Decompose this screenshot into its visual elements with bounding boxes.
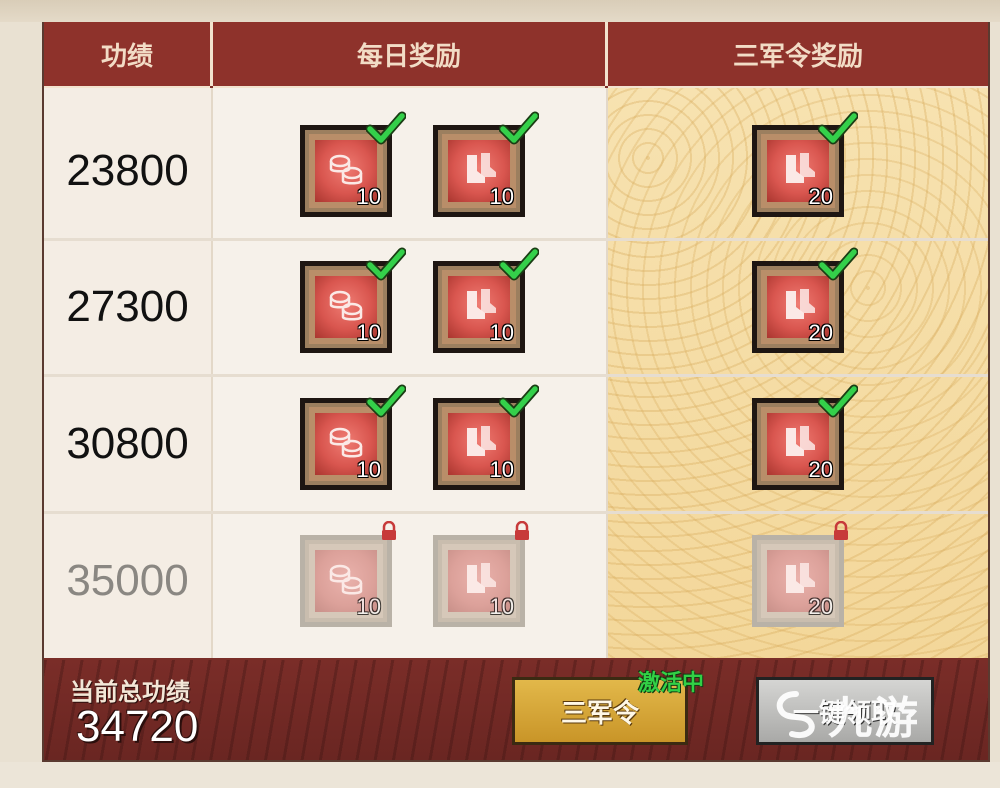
reward-item[interactable]: 10 [300, 535, 392, 627]
bottom-strip [0, 762, 1000, 788]
column-divider [211, 88, 213, 658]
header-score: 功绩 [44, 22, 210, 89]
reward-quantity: 10 [489, 184, 514, 209]
claimed-check-icon [498, 384, 540, 420]
lock-icon [832, 520, 850, 541]
row-score: 30800 [66, 419, 189, 468]
reward-item-frame: 10 [305, 540, 387, 622]
claimed-check-icon [817, 384, 859, 420]
reward-quantity: 10 [489, 457, 514, 482]
reward-quantity: 10 [356, 184, 381, 209]
daily-reward-column [213, 88, 606, 658]
claimed-check-icon [817, 111, 859, 147]
column-divider [606, 88, 608, 658]
claimed-check-icon [365, 247, 407, 283]
reward-quantity: 10 [356, 594, 381, 619]
reward-quantity: 10 [489, 594, 514, 619]
claimed-check-icon [365, 384, 407, 420]
claimed-check-icon [498, 111, 540, 147]
claimed-check-icon [817, 247, 859, 283]
watermark-logo: 九游 [770, 686, 970, 744]
reward-item-frame: 10 [438, 540, 520, 622]
lock-icon [380, 520, 398, 541]
reward-item[interactable]: 10 [433, 535, 525, 627]
reward-quantity: 10 [356, 320, 381, 345]
watermark-text: 九游 [828, 693, 920, 744]
row-score: 35000 [66, 556, 189, 605]
total-score-value: 34720 [76, 702, 199, 751]
header-daily-reward: 每日奖励 [213, 22, 605, 89]
top-strip [0, 0, 1000, 22]
reward-item[interactable]: 20 [752, 535, 844, 627]
reward-item-frame: 20 [757, 540, 839, 622]
claimed-check-icon [365, 111, 407, 147]
header-sanjun-reward: 三军令奖励 [608, 22, 988, 89]
reward-quantity: 10 [356, 457, 381, 482]
watermark-swirl-icon [776, 691, 815, 738]
reward-quantity: 20 [808, 320, 833, 345]
claimed-check-icon [498, 247, 540, 283]
reward-quantity: 10 [489, 320, 514, 345]
reward-quantity: 20 [808, 594, 833, 619]
reward-quantity: 20 [808, 184, 833, 209]
lock-icon [513, 520, 531, 541]
active-status-tag: 激活中 [638, 671, 705, 696]
row-score: 23800 [66, 146, 189, 195]
reward-quantity: 20 [808, 457, 833, 482]
header-divider [210, 22, 213, 86]
header-divider [605, 22, 608, 86]
row-score: 27300 [66, 282, 189, 331]
